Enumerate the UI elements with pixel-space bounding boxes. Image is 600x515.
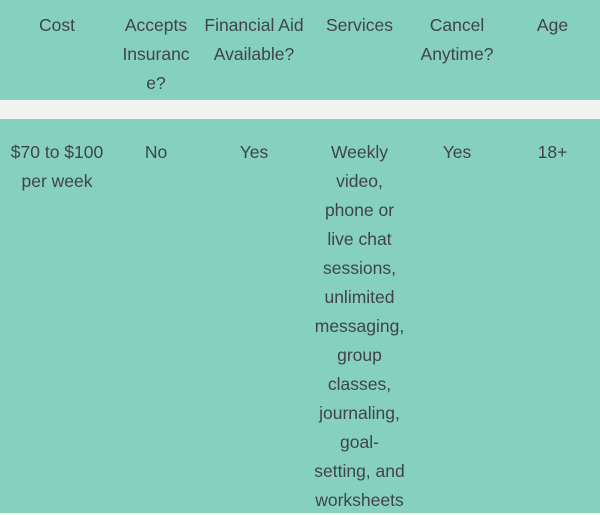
column-header-cost: Cost (39, 15, 75, 35)
column-header-insurance: Accepts Insurance? (122, 15, 190, 93)
cell-financial-aid: Yes (239, 142, 269, 162)
column-header-services: Services (325, 15, 394, 35)
cell-cost: $70 to $100 per week (10, 142, 104, 191)
cell-services: Weekly video, phone or live chat session… (314, 142, 405, 510)
column-header-cancel: Cancel Anytime? (420, 15, 494, 64)
cell-insurance: No (144, 142, 168, 162)
comparison-table: Cost Accepts Insurance? Financial Aid Av… (0, 0, 600, 513)
table-row: $70 to $100 per week No Yes Weekly video… (0, 119, 600, 513)
column-header-financial-aid: Financial Aid Available? (204, 15, 304, 64)
row-divider (0, 100, 600, 119)
cell-cancel: Yes (442, 142, 472, 162)
cell-age: 18+ (537, 142, 568, 162)
table-header-row: Cost Accepts Insurance? Financial Aid Av… (0, 0, 600, 100)
column-header-age: Age (536, 15, 569, 35)
